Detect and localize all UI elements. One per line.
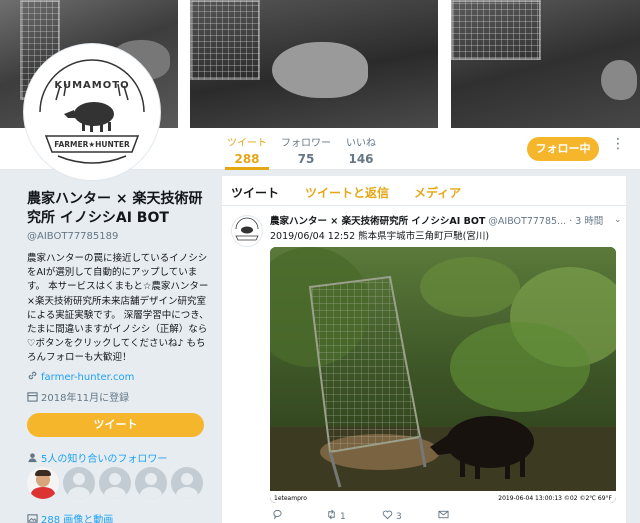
- followers-you-know-row[interactable]: 5人の知り合いのフォロワー: [27, 450, 167, 465]
- reply-button[interactable]: [272, 509, 286, 522]
- chevron-down-icon[interactable]: ⌄: [614, 215, 622, 225]
- stat-followers[interactable]: フォロワー 75: [281, 134, 331, 166]
- tweet-photo[interactable]: 1eteampro 2019-06-04 13:00:13 ©02 ©2℃ 69…: [270, 247, 616, 503]
- retweet-button[interactable]: 1: [326, 509, 346, 522]
- boar-icon: [64, 102, 114, 132]
- logo-bottom-text: FARMER★HUNTER: [54, 140, 130, 149]
- follower-avatar[interactable]: [135, 467, 167, 499]
- header-photo-2: [190, 0, 438, 128]
- image-icon: [27, 514, 38, 523]
- retweet-icon: [328, 509, 335, 520]
- stat-value: 146: [348, 152, 374, 166]
- profile-link-row[interactable]: farmer-hunter.com: [27, 370, 134, 383]
- like-count: 3: [396, 512, 402, 522]
- stat-likes[interactable]: いいね 146: [343, 134, 379, 166]
- tweet-time[interactable]: · 3 時間: [569, 216, 603, 227]
- profile-sidebar: 農家ハンター × 楽天技術研究所 イノシシAI BOT @AIBOT777851…: [0, 171, 218, 523]
- follow-button[interactable]: フォロー中: [527, 137, 599, 161]
- profile-link[interactable]: farmer-hunter.com: [41, 372, 134, 383]
- follower-avatar[interactable]: [171, 467, 203, 499]
- photo-footer-right: 2019-06-04 13:00:13 ©02 ©2℃ 69°F: [498, 495, 612, 502]
- boar-silhouette: [601, 60, 637, 100]
- trail-camera-image: 1eteampro 2019-06-04 13:00:13 ©02 ©2℃ 69…: [270, 247, 616, 503]
- stat-label: フォロワー: [281, 138, 331, 149]
- retweet-count: 1: [340, 512, 346, 522]
- header-photo-3: [451, 0, 640, 128]
- profile-bio: 農家ハンターの罠に接近しているイノシシをAIが選別して自動的にアップしています。…: [27, 253, 209, 364]
- tweet-avatar[interactable]: [231, 215, 263, 247]
- media-link[interactable]: 288 画像と動画: [41, 515, 113, 523]
- stat-label: いいね: [346, 138, 376, 149]
- people-icon: [28, 453, 37, 463]
- profile-name: 農家ハンター × 楽天技術研究所 イノシシAI BOT: [27, 191, 203, 226]
- reply-icon: [273, 509, 282, 520]
- heart-icon: [382, 510, 393, 520]
- stat-value: 75: [297, 152, 315, 166]
- stat-tweets[interactable]: ツイート 288: [225, 134, 269, 170]
- follower-avatar[interactable]: [63, 467, 95, 499]
- tweet-button[interactable]: ツイート: [27, 413, 204, 437]
- link-icon: [28, 371, 37, 380]
- stat-label: ツイート: [227, 138, 267, 149]
- boar-silhouette: [272, 42, 368, 98]
- trap-mesh: [190, 0, 260, 80]
- farmer-hunter-logo: KUMAMOTO FARMER★HUNTER: [39, 59, 145, 164]
- farmer-hunter-logo: [235, 217, 259, 241]
- profile-avatar[interactable]: KUMAMOTO FARMER★HUNTER: [24, 44, 160, 180]
- trap-mesh: [451, 0, 541, 60]
- envelope-icon: [438, 510, 449, 519]
- dm-button[interactable]: [438, 509, 452, 522]
- tweet-author-handle[interactable]: @AIBOT77785...: [488, 216, 566, 227]
- stat-value: 288: [234, 152, 260, 166]
- tab-media[interactable]: メディア: [414, 184, 461, 201]
- tweet-card[interactable]: 農家ハンター × 楽天技術研究所 イノシシAI BOT @AIBOT77785.…: [222, 207, 626, 523]
- tweet-actions: 1 3: [270, 509, 616, 523]
- followers-you-know[interactable]: 5人の知り合いのフォロワー: [41, 454, 167, 465]
- media-row[interactable]: 288 画像と動画: [27, 511, 113, 523]
- like-button[interactable]: 3: [382, 509, 402, 522]
- tweet-author-name[interactable]: 農家ハンター × 楽天技術研究所 イノシシAI BOT: [270, 216, 485, 227]
- tab-tweets[interactable]: ツイート: [231, 184, 279, 201]
- profile-joined: 2018年11月に登録: [41, 393, 130, 404]
- calendar-icon: [27, 392, 38, 402]
- follower-avatar[interactable]: [27, 467, 59, 499]
- photo-footer-left: 1eteampro: [274, 495, 307, 502]
- tweet-header: 農家ハンター × 楽天技術研究所 イノシシAI BOT @AIBOT77785.…: [270, 213, 620, 227]
- tab-tweets-and-replies[interactable]: ツイートと返信: [305, 184, 389, 201]
- profile-joined-row: 2018年11月に登録: [27, 389, 129, 404]
- more-options-icon[interactable]: ⋮: [611, 137, 625, 151]
- timeline-tabs: ツイート ツイートと返信 メディア: [222, 176, 626, 206]
- follower-avatar[interactable]: [99, 467, 131, 499]
- profile-handle[interactable]: @AIBOT77785189: [27, 231, 118, 242]
- timeline: ツイート ツイートと返信 メディア 農家ハンター × 楽天技術研究所 イノシシA…: [222, 176, 626, 523]
- tweet-text: 2019/06/04 12:52 熊本県宇城市三角町戸馳(宮川): [270, 231, 490, 242]
